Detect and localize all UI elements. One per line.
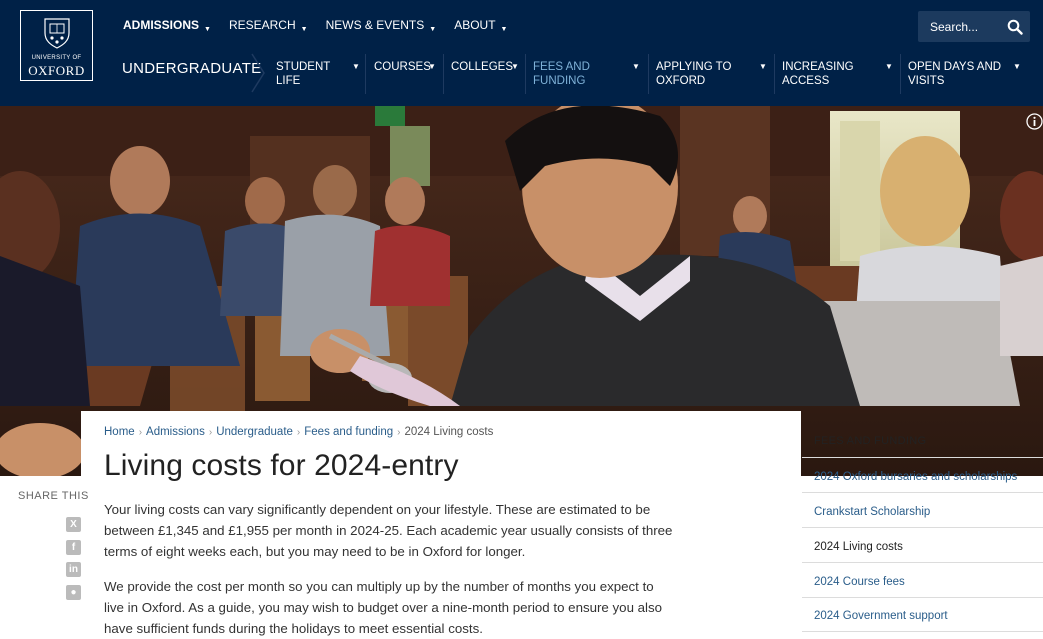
subnav-label-line1: FEES AND xyxy=(533,61,590,73)
breadcrumb-current: 2024 Living costs xyxy=(404,426,494,438)
nav-divider xyxy=(525,54,526,94)
subnav-label-line1: APPLYING TO xyxy=(656,61,732,73)
caret-down-icon: ▼ xyxy=(204,26,211,33)
chevron-right-icon: › xyxy=(208,426,213,438)
subnav-colleges[interactable]: COLLEGES ▼ xyxy=(451,54,521,92)
subnav-label-line1: COLLEGES xyxy=(451,61,513,73)
search-input[interactable]: Search... xyxy=(930,20,978,34)
subnav-label-line1: INCREASING xyxy=(782,61,854,73)
caret-down-icon: ▼ xyxy=(300,26,308,33)
breadcrumb-undergraduate[interactable]: Undergraduate xyxy=(216,426,293,438)
caret-down-icon: ▼ xyxy=(1013,62,1021,71)
top-nav-label: RESEARCH xyxy=(228,18,296,32)
facebook-icon[interactable]: f xyxy=(66,540,81,555)
sidebar-divider xyxy=(802,597,1043,598)
caret-down-icon: ▼ xyxy=(885,62,893,71)
caret-down-icon: ▼ xyxy=(428,62,436,71)
sidebar-item-bursaries[interactable]: 2024 Oxford bursaries and scholarships xyxy=(814,471,1017,483)
chevron-right-icon: › xyxy=(296,426,301,438)
top-nav-label: NEWS & EVENTS xyxy=(325,18,425,32)
crest-icon xyxy=(44,18,70,49)
sidebar-item-course-fees[interactable]: 2024 Course fees xyxy=(814,576,905,588)
sidebar-divider xyxy=(802,562,1043,563)
caret-down-icon: ▼ xyxy=(511,62,519,71)
top-nav-news-events[interactable]: NEWS & EVENTS ▼ xyxy=(326,18,437,33)
reddit-icon[interactable]: ● xyxy=(66,585,81,600)
subnav-label-line2: VISITS xyxy=(908,75,945,87)
breadcrumb: Home › Admissions › Undergraduate › Fees… xyxy=(104,426,493,438)
sidebar-item-living-costs[interactable]: 2024 Living costs xyxy=(814,541,903,553)
budget-paragraph: We provide the cost per month so you can… xyxy=(104,579,663,636)
nav-divider xyxy=(774,54,775,94)
intro-paragraph: Your living costs can vary significantly… xyxy=(104,502,673,559)
breadcrumb-admissions[interactable]: Admissions xyxy=(146,426,205,438)
subnav-label-line1: STUDENT xyxy=(276,61,331,73)
sidebar-heading: FEES AND FUNDING xyxy=(814,435,927,447)
sidebar-divider xyxy=(802,527,1043,528)
caret-down-icon: ▼ xyxy=(759,62,767,71)
nav-divider xyxy=(900,54,901,94)
logo-line-1: UNIVERSITY OF xyxy=(31,55,82,61)
page-title: Living costs for 2024-entry xyxy=(104,449,459,482)
top-nav-research[interactable]: RESEARCH ▼ xyxy=(229,18,308,33)
subnav-label-line1: OPEN DAYS AND xyxy=(908,61,1002,73)
site-header: UNIVERSITY OF OXFORD ADMISSIONS ▼ RESEARC… xyxy=(0,0,1043,106)
subnav-label-line2: ACCESS xyxy=(782,75,830,87)
linkedin-icon[interactable]: in xyxy=(66,562,81,577)
subnav-open-days[interactable]: OPEN DAYS AND VISITS ▼ xyxy=(908,54,1028,92)
subnav-fees-funding[interactable]: FEES AND FUNDING ▼ xyxy=(533,54,643,92)
subnav-applying[interactable]: APPLYING TO OXFORD ▼ xyxy=(656,54,770,92)
top-nav-label: ADMISSIONS xyxy=(123,18,200,32)
sidebar-item-crankstart[interactable]: Crankstart Scholarship xyxy=(814,506,930,518)
search-icon[interactable] xyxy=(1007,19,1023,35)
subnav-courses[interactable]: COURSES ▼ xyxy=(374,54,436,92)
subnav-increasing-access[interactable]: INCREASING ACCESS ▼ xyxy=(782,54,896,92)
chevron-right-icon: › xyxy=(397,426,401,438)
top-nav-about[interactable]: ABOUT ▼ xyxy=(454,18,507,33)
top-nav: ADMISSIONS ▼ RESEARCH ▼ NEWS & EVENTS ▼ ABO… xyxy=(123,18,525,33)
nav-divider xyxy=(648,54,649,94)
subnav-label-line2: OXFORD xyxy=(656,75,706,87)
nav-divider xyxy=(443,54,444,94)
sidebar-item-government-support[interactable]: 2024 Government support xyxy=(814,610,948,622)
sidebar-divider xyxy=(802,631,1043,632)
logo-line-2: OXFORD xyxy=(28,63,85,78)
sidebar-divider xyxy=(802,492,1043,493)
caret-down-icon: ▼ xyxy=(352,62,360,71)
x-icon[interactable]: X xyxy=(66,517,81,532)
nav-divider xyxy=(365,54,366,94)
caret-down-icon: ▼ xyxy=(429,26,437,33)
breadcrumb-fees[interactable]: Fees and funding xyxy=(304,426,393,438)
sidebar-divider xyxy=(802,457,1043,458)
oxford-logo[interactable]: UNIVERSITY OF OXFORD xyxy=(20,10,93,81)
chevron-right-icon xyxy=(251,53,265,93)
section-title[interactable]: UNDERGRADUATE xyxy=(122,60,261,77)
top-nav-admissions[interactable]: ADMISSIONS ▼ xyxy=(123,18,211,33)
caret-down-icon: ▼ xyxy=(632,62,640,71)
search-box[interactable]: Search... xyxy=(918,11,1030,42)
chevron-right-icon: › xyxy=(138,426,143,438)
subnav-student-life[interactable]: STUDENT LIFE ▼ xyxy=(276,54,360,92)
top-nav-label: ABOUT xyxy=(454,18,496,32)
breadcrumb-home[interactable]: Home xyxy=(104,426,135,438)
caret-down-icon: ▼ xyxy=(500,26,508,33)
subnav-label-line2: LIFE xyxy=(276,75,301,87)
subnav-label-line1: COURSES xyxy=(374,61,431,73)
share-label: SHARE THIS xyxy=(18,490,89,502)
info-icon[interactable] xyxy=(1026,113,1043,130)
subnav-label-line2: FUNDING xyxy=(533,75,586,87)
